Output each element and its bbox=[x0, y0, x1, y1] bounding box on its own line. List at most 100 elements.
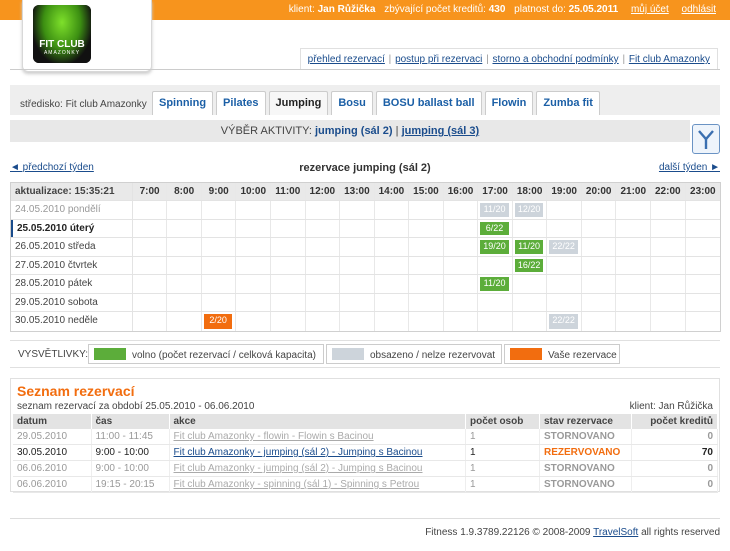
time-cell bbox=[375, 238, 410, 256]
reservation-persons-cell: 1 bbox=[465, 444, 540, 461]
time-cell bbox=[444, 219, 479, 237]
time-cell bbox=[133, 256, 168, 274]
time-cell bbox=[236, 293, 271, 311]
time-cell bbox=[616, 219, 652, 237]
free-slot[interactable]: 11/20 bbox=[480, 277, 509, 291]
free-swatch bbox=[94, 348, 126, 360]
free-slot[interactable]: 11/20 bbox=[514, 240, 544, 254]
activity-other-link[interactable]: jumping (sál 3) bbox=[402, 125, 480, 137]
col-persons: počet osob bbox=[465, 414, 540, 429]
tab-zumba-fit[interactable]: Zumba fit bbox=[536, 91, 600, 115]
occupied-slot: 11/20 bbox=[480, 203, 509, 217]
logo-subtext: AMAZONKY bbox=[43, 50, 81, 56]
logout-link[interactable]: odhlásit bbox=[682, 4, 716, 15]
link-reservations-overview[interactable]: přehled rezervací bbox=[308, 54, 385, 65]
time-cell bbox=[686, 238, 721, 256]
reservation-persons-cell: 1 bbox=[465, 476, 540, 493]
time-cell bbox=[616, 293, 652, 311]
time-cell bbox=[478, 312, 513, 331]
time-cell bbox=[133, 312, 168, 331]
activity-separator: | bbox=[395, 125, 399, 137]
free-slot[interactable]: 19/20 bbox=[480, 240, 509, 254]
time-cell bbox=[202, 256, 237, 274]
time-cell bbox=[375, 256, 410, 274]
tab-bosu[interactable]: Bosu bbox=[331, 91, 373, 115]
time-cell: 22/22 bbox=[547, 312, 582, 331]
time-cell: 12/20 bbox=[513, 201, 548, 219]
table-row: 06.06.2010 19:15 - 20:15 Fit club Amazonky… bbox=[13, 476, 718, 493]
time-cell bbox=[582, 256, 617, 274]
time-cell bbox=[236, 238, 271, 256]
credits-value: 430 bbox=[488, 4, 506, 15]
fit-club-logo[interactable]: FIT CLUB AMAZONKY bbox=[33, 5, 91, 63]
hour-header: 11:00 bbox=[271, 183, 306, 200]
logo-text: FIT CLUB bbox=[39, 39, 85, 50]
time-cell bbox=[547, 293, 582, 311]
credits-label: zbývající počet kreditů: bbox=[384, 4, 486, 15]
time-cell bbox=[513, 219, 548, 237]
time-cell bbox=[133, 275, 168, 293]
reservation-action-link[interactable]: Fit club Amazonky - flowin - Flowin s Ba… bbox=[174, 431, 374, 442]
tab-pilates[interactable]: Pilates bbox=[216, 91, 266, 115]
footer-company-link[interactable]: TravelSoft bbox=[593, 527, 638, 538]
table-row: 30.05.2010 9:00 - 10:00 Fit club Amazonky … bbox=[13, 444, 718, 461]
footer-copyright: © 2008-2009 bbox=[532, 527, 591, 538]
tab-flowin[interactable]: Flowin bbox=[484, 91, 534, 115]
hour-header: 16:00 bbox=[444, 183, 479, 200]
link-reservation-procedure[interactable]: postup při rezervaci bbox=[395, 54, 482, 65]
time-cell bbox=[167, 238, 202, 256]
hour-header: 13:00 bbox=[340, 183, 375, 200]
time-cell bbox=[651, 256, 686, 274]
free-slot[interactable]: 6/22 bbox=[480, 221, 509, 235]
day-label: 26.05.2010 středa bbox=[11, 238, 133, 256]
time-cell: 11/20 bbox=[513, 238, 548, 256]
time-cell bbox=[616, 201, 652, 219]
hour-header: 18:00 bbox=[513, 183, 548, 200]
link-terms[interactable]: storno a obchodní podmínky bbox=[492, 54, 618, 65]
table-header-row: datum čas akce počet osob stav rezervace… bbox=[13, 414, 718, 429]
day-label: 30.05.2010 neděle bbox=[11, 312, 133, 331]
time-cell bbox=[306, 293, 341, 311]
time-cell bbox=[651, 238, 686, 256]
reservation-credits-cell: 0 bbox=[631, 460, 718, 477]
free-slot[interactable]: 16/22 bbox=[514, 258, 544, 272]
reservation-time-cell: 19:15 - 20:15 bbox=[91, 476, 170, 493]
tab-jumping[interactable]: Jumping bbox=[268, 91, 329, 115]
link-club[interactable]: Fit club Amazonky bbox=[629, 54, 710, 65]
time-cell bbox=[513, 275, 548, 293]
time-cell bbox=[651, 219, 686, 237]
reservation-credits-cell: 0 bbox=[631, 476, 718, 493]
reservation-date-cell: 30.05.2010 bbox=[13, 444, 92, 461]
reservation-status-cell: REZERVOVANO bbox=[539, 444, 632, 461]
reservation-action-link[interactable]: Fit club Amazonky - jumping (sál 2) - Ju… bbox=[174, 447, 423, 458]
time-cell bbox=[582, 219, 617, 237]
my-account-link[interactable]: můj účet bbox=[631, 4, 669, 15]
client-name: Jan Růžička bbox=[317, 4, 376, 15]
time-cell bbox=[444, 275, 479, 293]
tab-bosu-ballast-ball[interactable]: BOSU ballast ball bbox=[375, 91, 482, 115]
activity-label: VÝBĚR AKTIVITY: bbox=[220, 125, 312, 137]
time-cell bbox=[686, 294, 721, 312]
time-cell bbox=[340, 275, 375, 293]
time-cell bbox=[375, 293, 410, 311]
day-label: 27.05.2010 čtvrtek bbox=[11, 256, 133, 274]
filter-icon[interactable] bbox=[692, 124, 720, 154]
time-cell bbox=[202, 219, 237, 237]
hour-header: 20:00 bbox=[582, 183, 617, 200]
reservation-action-link[interactable]: Fit club Amazonky - spinning (sál 1) - S… bbox=[174, 479, 420, 490]
legend-title: VYSVĚTLIVKY: bbox=[18, 349, 89, 360]
reservation-action-link[interactable]: Fit club Amazonky - jumping (sál 2) - Ju… bbox=[174, 463, 423, 474]
col-time: čas bbox=[91, 414, 170, 429]
time-cell bbox=[236, 275, 271, 293]
tab-spinning[interactable]: Spinning bbox=[152, 91, 214, 115]
time-cell bbox=[202, 238, 237, 256]
time-cell bbox=[409, 256, 444, 274]
table-row: 06.06.2010 9:00 - 10:00 Fit club Amazonky … bbox=[13, 460, 718, 477]
next-week-link[interactable]: další týden ► bbox=[659, 162, 720, 173]
time-cell bbox=[202, 275, 237, 293]
hour-header: 15:00 bbox=[409, 183, 444, 200]
time-cell bbox=[651, 275, 686, 293]
time-cell bbox=[547, 256, 582, 274]
separator: | bbox=[483, 54, 492, 65]
my-reservation-slot[interactable]: 2/20 bbox=[203, 314, 233, 329]
